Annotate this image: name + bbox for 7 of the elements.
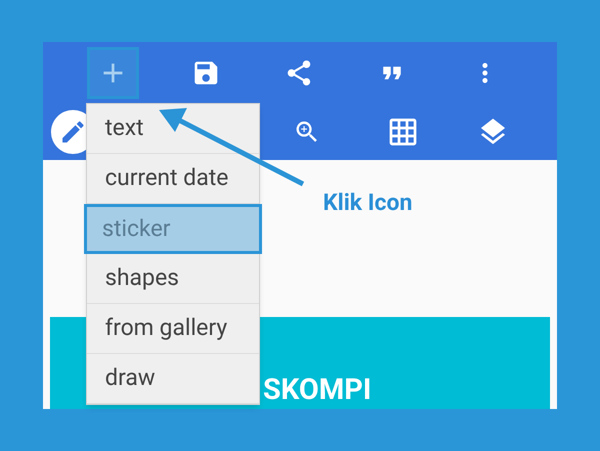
menu-item[interactable]: from gallery	[87, 304, 259, 354]
grid-icon[interactable]	[387, 116, 419, 148]
annotation-label: Klik Icon	[323, 188, 412, 218]
banner-logo-text: SKOMPI	[263, 373, 372, 407]
add-button[interactable]	[86, 46, 138, 98]
menu-item[interactable]: shapes	[87, 254, 259, 304]
menu-item[interactable]: draw	[87, 354, 259, 404]
